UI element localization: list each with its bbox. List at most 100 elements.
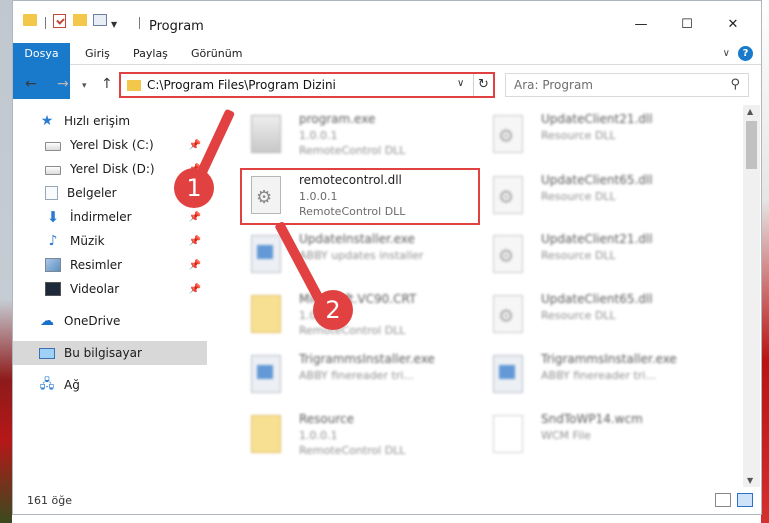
file-item[interactable]: UpdateClient65.dll Resource DLL xyxy=(483,287,723,343)
music-icon: ♪ xyxy=(48,233,58,249)
address-path[interactable]: C:\Program Files\Program Dizini xyxy=(147,78,336,92)
folder-icon xyxy=(23,14,37,26)
file-name: UpdateClient65.dll xyxy=(541,292,653,306)
file-item[interactable]: SndToWP14.wcm WCM File xyxy=(483,407,723,463)
sidebar-item-onedrive[interactable]: ☁ OneDrive xyxy=(13,309,207,333)
tab-share[interactable]: Paylaş xyxy=(125,43,176,65)
exe-icon xyxy=(251,355,281,393)
file-description: ABBY finereader tri... xyxy=(541,369,656,382)
navigation-bar: ← → ▾ ↑ C:\Program Files\Program Dizini … xyxy=(13,67,761,103)
download-icon: ⬇ xyxy=(46,208,60,226)
documents-icon xyxy=(45,186,58,200)
large-icons-view-icon[interactable] xyxy=(737,493,753,507)
recent-locations-chevron-icon[interactable]: ▾ xyxy=(82,81,87,91)
file-description: ABBY finereader tri... xyxy=(299,369,414,382)
new-folder-icon[interactable] xyxy=(73,14,87,26)
file-name: TrigrammsInstaller.exe xyxy=(541,352,677,366)
file-description: Resource DLL xyxy=(541,249,616,262)
sidebar-item-label: Müzik xyxy=(70,234,105,248)
annotation-badge-2: 2 xyxy=(313,290,353,330)
file-name: UpdateClient21.dll xyxy=(541,232,653,246)
file-list: program.exe 1.0.0.1 RemoteControl DLL Up… xyxy=(223,105,743,467)
sidebar-item-label: Ağ xyxy=(64,378,80,392)
file-item[interactable]: Resource 1.0.0.1 RemoteControl DLL xyxy=(241,407,481,463)
file-name: TrigrammsInstaller.exe xyxy=(299,352,435,366)
file-item[interactable]: TrigrammsInstaller.exe ABBY finereader t… xyxy=(241,347,481,403)
file-description: RemoteControl DLL xyxy=(299,144,406,157)
sidebar-item-videos[interactable]: Videolar 📌 xyxy=(13,277,207,301)
vertical-scrollbar[interactable]: ▲ ▼ xyxy=(743,105,760,487)
desktop-background-left xyxy=(0,0,12,523)
status-bar: 161 öğe xyxy=(13,489,761,511)
file-item[interactable]: Microsoft.VC90.CRT 1.0.0.1 RemoteControl… xyxy=(241,287,481,343)
tab-view[interactable]: Görünüm xyxy=(183,43,250,65)
help-icon[interactable]: ? xyxy=(738,46,753,61)
address-dropdown-chevron-icon[interactable]: ∨ xyxy=(457,78,464,89)
scrollbar-thumb[interactable] xyxy=(746,121,757,169)
forward-arrow-icon[interactable]: → xyxy=(57,76,69,92)
highlight-box xyxy=(240,168,480,225)
sidebar-item-this-pc[interactable]: Bu bilgisayar xyxy=(13,341,207,365)
network-icon: 🖧 xyxy=(39,377,55,392)
sidebar-item-label: Bu bilgisayar xyxy=(64,346,142,360)
item-count: 161 öğe xyxy=(27,494,72,507)
sidebar-item-label: İndirmeler xyxy=(70,210,132,224)
pin-icon[interactable]: 📌 xyxy=(189,212,201,223)
cloud-icon: ☁ xyxy=(40,313,54,329)
sidebar-item-network[interactable]: 🖧 Ağ xyxy=(13,373,207,397)
scroll-up-arrow-icon[interactable]: ▲ xyxy=(747,107,753,116)
search-box[interactable]: Ara: Program ⚲ xyxy=(505,73,749,97)
search-input[interactable]: Ara: Program xyxy=(514,78,593,92)
file-item[interactable]: program.exe 1.0.0.1 RemoteControl DLL xyxy=(241,107,481,163)
file-name: UpdateClient65.dll xyxy=(541,173,653,187)
view-options-icon[interactable] xyxy=(93,14,107,26)
scroll-down-arrow-icon[interactable]: ▼ xyxy=(747,476,753,485)
sidebar-item-label: Yerel Disk (C:) xyxy=(70,138,154,152)
pin-icon[interactable]: 📌 xyxy=(189,236,201,247)
back-arrow-icon[interactable]: ← xyxy=(25,76,37,92)
drive-icon xyxy=(45,165,61,175)
address-bar[interactable]: C:\Program Files\Program Dizini ∨ ↻ xyxy=(119,72,495,98)
dll-icon xyxy=(493,176,523,214)
sidebar-item-downloads[interactable]: ⬇ İndirmeler 📌 xyxy=(13,205,207,229)
file-item[interactable]: UpdateClient65.dll Resource DLL xyxy=(483,168,723,224)
search-icon[interactable]: ⚲ xyxy=(730,77,740,92)
pin-icon[interactable]: 📌 xyxy=(189,284,201,295)
sidebar-item-music[interactable]: ♪ Müzik 📌 xyxy=(13,229,207,253)
close-button[interactable]: ✕ xyxy=(710,15,756,39)
file-item[interactable]: UpdateInstaller.exe ABBY updates install… xyxy=(241,227,481,283)
navigation-pane: ★ Hızlı erişim Yerel Disk (C:) 📌 Yerel D… xyxy=(13,105,209,465)
sidebar-item-label: Hızlı erişim xyxy=(64,114,131,128)
file-description: RemoteControl DLL xyxy=(299,324,406,337)
file-item[interactable]: UpdateClient21.dll Resource DLL xyxy=(483,107,723,163)
file-item[interactable]: UpdateClient21.dll Resource DLL xyxy=(483,227,723,283)
up-arrow-icon[interactable]: ↑ xyxy=(101,76,113,92)
file-description: Resource DLL xyxy=(541,190,616,203)
maximize-button[interactable]: ☐ xyxy=(664,15,710,39)
customize-toolbar-chevron-icon[interactable]: ▼ xyxy=(111,20,117,29)
file-name: UpdateClient21.dll xyxy=(541,112,653,126)
minimize-button[interactable]: — xyxy=(618,15,664,39)
sidebar-item-label: Resimler xyxy=(70,258,123,272)
maximize-icon: ☐ xyxy=(681,17,693,32)
title-bar: ▼ Program — ☐ ✕ xyxy=(13,1,761,41)
sidebar-item-label: Videolar xyxy=(70,282,120,296)
folder-icon xyxy=(251,415,281,453)
pin-icon[interactable]: 📌 xyxy=(189,260,201,271)
star-icon: ★ xyxy=(40,113,54,129)
refresh-icon[interactable]: ↻ xyxy=(473,74,493,96)
dll-icon xyxy=(493,115,523,153)
file-item[interactable]: TrigrammsInstaller.exe ABBY finereader t… xyxy=(483,347,723,403)
tab-home[interactable]: Giriş xyxy=(77,43,118,65)
expand-ribbon-chevron-icon[interactable]: ∨ xyxy=(723,48,730,59)
sidebar-item-quick-access[interactable]: ★ Hızlı erişim xyxy=(13,109,207,133)
exe-icon xyxy=(493,355,523,393)
file-name: SndToWP14.wcm xyxy=(541,412,643,426)
sidebar-item-local-disk-c[interactable]: Yerel Disk (C:) 📌 xyxy=(13,133,207,157)
pin-icon[interactable]: 📌 xyxy=(189,140,201,151)
properties-check-icon[interactable] xyxy=(53,14,66,28)
desktop-background-right xyxy=(761,0,769,523)
details-view-icon[interactable] xyxy=(715,493,731,507)
sidebar-item-pictures[interactable]: Resimler 📌 xyxy=(13,253,207,277)
file-description: WCM File xyxy=(541,429,591,442)
